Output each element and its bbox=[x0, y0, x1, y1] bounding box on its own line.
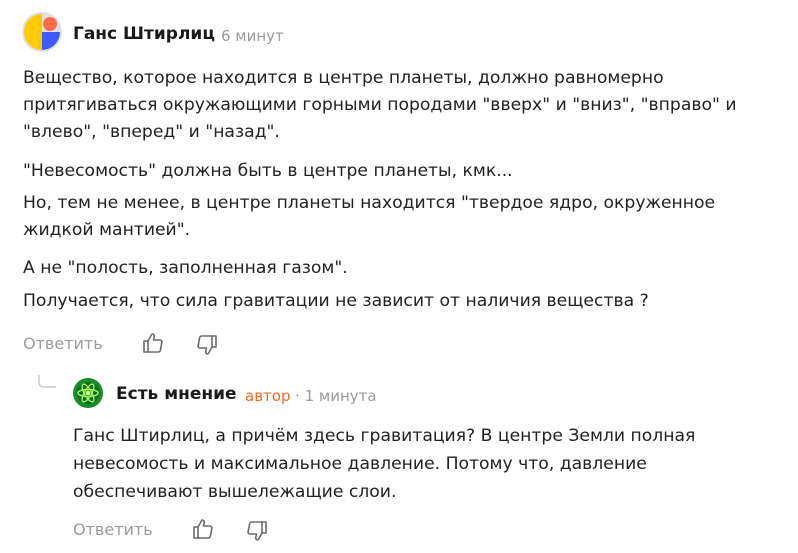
thumbs-up-icon[interactable] bbox=[141, 331, 165, 355]
comment-line: Но, тем не менее, в центре планеты наход… bbox=[23, 193, 716, 213]
reply-author[interactable]: Есть мнение bbox=[116, 384, 237, 404]
reply-line: невесомость и максимальное давление. Пот… bbox=[73, 454, 647, 474]
thumbs-down-icon[interactable] bbox=[195, 333, 219, 357]
reply-text: Ганс Штирлиц, а причём здесь гравитация?… bbox=[73, 422, 695, 506]
reply-line: Ганс Штирлиц, а причём здесь гравитация?… bbox=[73, 426, 696, 446]
comment-line: жидкой мантией". bbox=[23, 220, 191, 240]
thumbs-up-icon[interactable] bbox=[191, 517, 215, 541]
comment-line: Получается, что сила гравитации не завис… bbox=[23, 291, 649, 311]
reply-button[interactable]: Ответить bbox=[23, 334, 103, 353]
comment-line: "влево", "вперед" и "назад". bbox=[23, 122, 280, 142]
thumbs-down-icon[interactable] bbox=[245, 519, 269, 543]
comment-line: А не "полость, заполненная газом". bbox=[23, 258, 348, 278]
comment-timestamp: 6 минут bbox=[221, 27, 284, 45]
separator-dot: · bbox=[295, 387, 300, 405]
reply-button[interactable]: Ответить bbox=[73, 520, 153, 539]
comment-paragraph: Но, тем не менее, в центре планеты наход… bbox=[23, 190, 715, 244]
comment-paragraph: А не "полость, заполненная газом". bbox=[23, 255, 348, 282]
reply-line: обеспечивают вышележащие слои. bbox=[73, 482, 397, 502]
thread-connector bbox=[38, 375, 56, 388]
reply-avatar[interactable] bbox=[73, 378, 103, 408]
comment-author[interactable]: Ганс Штирлиц bbox=[73, 24, 215, 44]
comment-line: Вещество, которое находится в центре пла… bbox=[23, 68, 664, 88]
comment-paragraph: Вещество, которое находится в центре пла… bbox=[23, 65, 737, 146]
reply-time-text: 1 минута bbox=[304, 387, 377, 405]
comment-paragraph: Получается, что сила гравитации не завис… bbox=[23, 288, 649, 315]
author-badge: автор bbox=[245, 387, 291, 405]
comment-paragraph: "Невесомость" должна быть в центре плане… bbox=[23, 158, 513, 185]
comment-line: "Невесомость" должна быть в центре плане… bbox=[23, 161, 513, 181]
reply-timestamp: · 1 минута bbox=[295, 387, 377, 405]
comment-line: притягиваться окружающими горными порода… bbox=[23, 95, 737, 115]
user-avatar[interactable] bbox=[22, 12, 62, 52]
